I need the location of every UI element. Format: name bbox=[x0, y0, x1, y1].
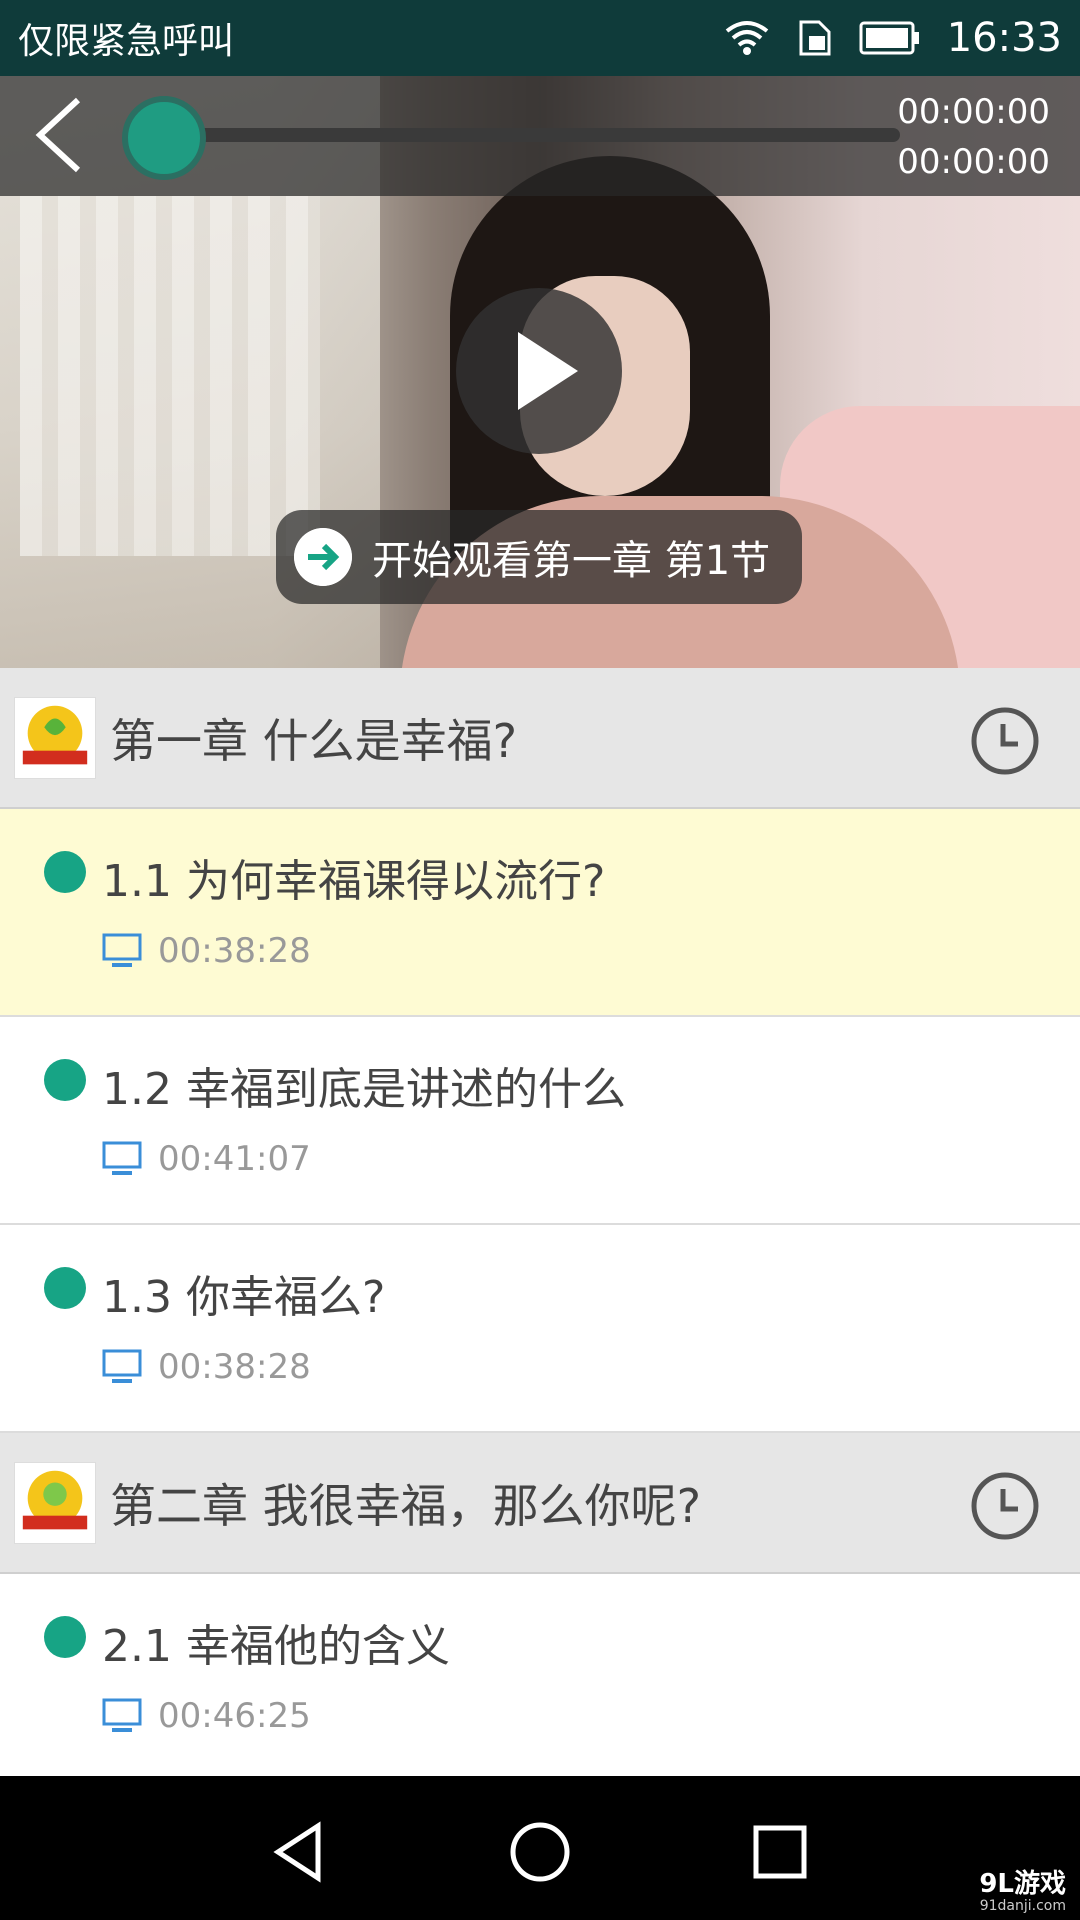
watermark: 9L游戏 91danji.com bbox=[979, 1870, 1066, 1914]
lesson-title: 1.2 幸福到底是讲述的什么 bbox=[102, 1064, 626, 1115]
lesson-row[interactable]: 2.1 幸福他的含义 00:46:25 bbox=[0, 1574, 1080, 1776]
lesson-dot-icon bbox=[44, 1267, 86, 1309]
monitor-icon bbox=[102, 1141, 142, 1175]
battery-icon bbox=[859, 21, 919, 55]
progress-knob[interactable] bbox=[122, 96, 206, 180]
lesson-duration: 00:46:25 bbox=[158, 1696, 311, 1736]
system-nav-bar: 9L游戏 91danji.com bbox=[0, 1776, 1080, 1920]
lesson-title: 1.3 你幸福么? bbox=[102, 1272, 386, 1323]
progress-track[interactable] bbox=[130, 128, 900, 142]
clock-icon[interactable] bbox=[970, 706, 1040, 776]
chapter-badge-icon bbox=[14, 696, 96, 779]
lesson-title: 2.1 幸福他的含义 bbox=[102, 1621, 450, 1672]
back-arrow-icon[interactable] bbox=[22, 90, 102, 180]
play-icon[interactable] bbox=[456, 288, 622, 454]
total-time: 00:00:00 bbox=[897, 142, 1050, 182]
monitor-icon bbox=[102, 933, 142, 967]
monitor-icon bbox=[102, 1349, 142, 1383]
status-bar: 仅限紧急呼叫 16:33 bbox=[0, 0, 1080, 76]
video-curtain bbox=[20, 196, 320, 556]
chapter-title: 第二章 我很幸福，那么你呢? bbox=[110, 1478, 702, 1533]
nav-back-icon[interactable] bbox=[268, 1820, 332, 1884]
lesson-row[interactable]: 1.2 幸福到底是讲述的什么 00:41:07 bbox=[0, 1017, 1080, 1225]
video-player[interactable]: 00:00:00 00:00:00 开始观看第一章 第1节 bbox=[0, 76, 1080, 668]
lesson-dot-icon bbox=[44, 1059, 86, 1101]
player-controls-bar: 00:00:00 00:00:00 bbox=[0, 76, 1080, 196]
start-watching-button[interactable]: 开始观看第一章 第1节 bbox=[276, 510, 802, 604]
watermark-brand: 9L游戏 bbox=[979, 1869, 1066, 1900]
lesson-duration: 00:38:28 bbox=[158, 1347, 311, 1387]
nav-recents-icon[interactable] bbox=[748, 1820, 812, 1884]
chapter-title: 第一章 什么是幸福? bbox=[110, 713, 518, 768]
arrow-right-icon bbox=[294, 528, 352, 586]
lesson-title: 1.1 为何幸福课得以流行? bbox=[102, 856, 606, 907]
carrier-text: 仅限紧急呼叫 bbox=[18, 21, 235, 62]
monitor-icon bbox=[102, 1698, 142, 1732]
lesson-row[interactable]: 1.3 你幸福么? 00:38:28 bbox=[0, 1225, 1080, 1433]
watermark-url: 91danji.com bbox=[979, 1897, 1066, 1914]
lesson-row[interactable]: 1.1 为何幸福课得以流行? 00:38:28 bbox=[0, 809, 1080, 1017]
chapter-list[interactable]: 第一章 什么是幸福? 1.1 为何幸福课得以流行? 00:38:28 1.2 幸… bbox=[0, 668, 1080, 1776]
lesson-duration: 00:38:28 bbox=[158, 931, 311, 971]
start-watching-label: 开始观看第一章 第1节 bbox=[372, 538, 771, 584]
chapter-header[interactable]: 第一章 什么是幸福? bbox=[0, 668, 1080, 809]
nav-home-icon[interactable] bbox=[508, 1820, 572, 1884]
sim-icon bbox=[799, 20, 831, 56]
clock-icon[interactable] bbox=[970, 1471, 1040, 1541]
lesson-dot-icon bbox=[44, 851, 86, 893]
elapsed-time: 00:00:00 bbox=[897, 92, 1050, 132]
lesson-dot-icon bbox=[44, 1616, 86, 1658]
chapter-header[interactable]: 第二章 我很幸福，那么你呢? bbox=[0, 1433, 1080, 1574]
wifi-icon bbox=[725, 21, 768, 55]
chapter-badge-icon bbox=[14, 1461, 96, 1544]
lesson-duration: 00:41:07 bbox=[158, 1139, 311, 1179]
clock-time: 16:33 bbox=[946, 15, 1062, 61]
